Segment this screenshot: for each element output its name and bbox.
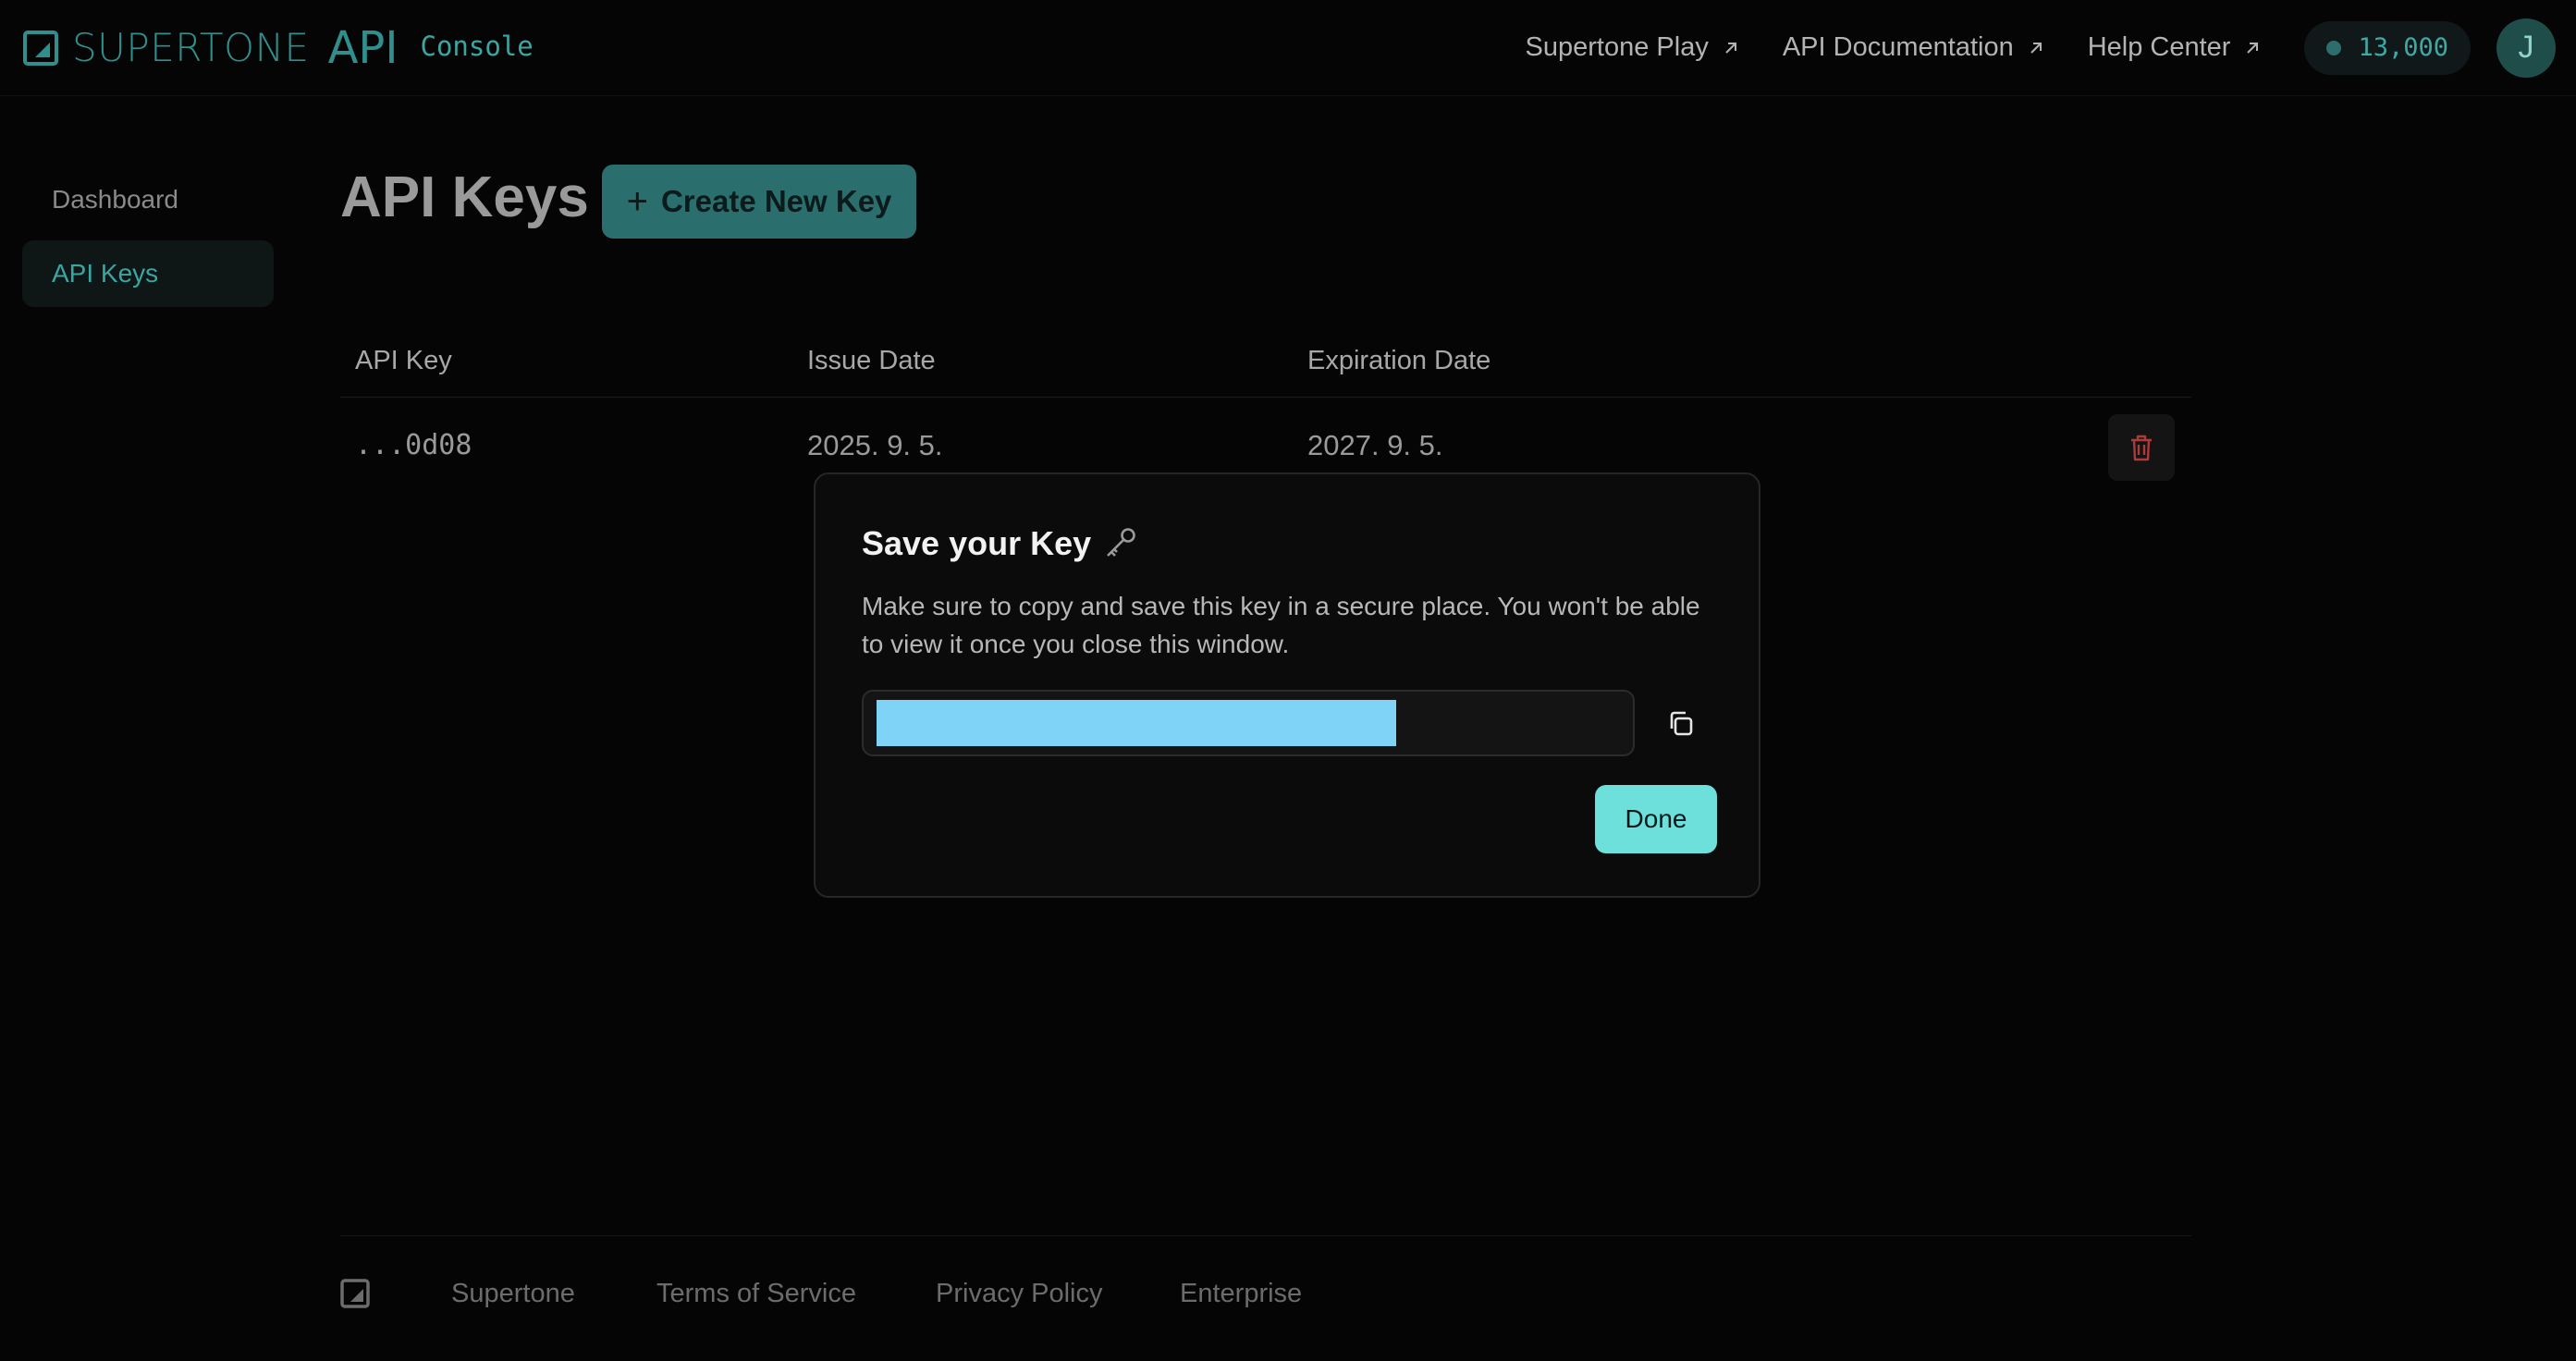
sidebar-item-api-keys[interactable]: API Keys <box>22 240 274 307</box>
app-root: SUPERTONE API Console Supertone Play API… <box>0 0 2576 1361</box>
supertone-play-link[interactable]: Supertone Play <box>1526 32 1740 63</box>
avatar[interactable]: J <box>2496 18 2556 78</box>
top-bar: SUPERTONE API Console Supertone Play API… <box>0 0 2576 96</box>
modal-title-row: Save your Key <box>862 524 1137 563</box>
key-icon <box>1107 528 1135 557</box>
modal-title: Save your Key <box>862 524 1092 562</box>
supertone-logo-icon <box>23 30 58 66</box>
api-key-field[interactable] <box>862 690 1635 756</box>
brand[interactable]: SUPERTONE API Console <box>22 22 534 74</box>
page-title: API Keys <box>340 166 589 229</box>
sidebar: Dashboard API Keys <box>22 166 274 314</box>
help-center-link[interactable]: Help Center <box>2088 32 2263 63</box>
brand-api: API <box>327 21 399 74</box>
link-label: Help Center <box>2087 32 2231 62</box>
copy-key-button[interactable] <box>1659 702 1703 746</box>
api-key-value[interactable] <box>877 700 1396 746</box>
arrow-up-right-icon <box>1725 42 1736 54</box>
link-label: Supertone Play <box>1525 32 1709 62</box>
header-issue-date: Issue Date <box>807 346 936 375</box>
create-new-key-button[interactable]: + Create New Key <box>602 165 916 239</box>
footer: Supertone Terms of Service Privacy Polic… <box>340 1235 2191 1346</box>
plus-icon: + <box>626 180 648 222</box>
brand-name: SUPERTONE <box>72 25 310 70</box>
api-documentation-link[interactable]: API Documentation <box>1783 32 2045 63</box>
supertone-footer-logo-icon[interactable] <box>340 1279 370 1308</box>
footer-link-supertone[interactable]: Supertone <box>451 1279 575 1309</box>
expiration-date: 2027. 9. 5. <box>1307 429 1443 461</box>
modal-description: Make sure to copy and save this key in a… <box>862 592 1700 658</box>
save-key-modal: Save your Key Make sure to copy and save… <box>814 472 1760 898</box>
credits-badge[interactable]: 13,000 <box>2304 20 2471 75</box>
delete-key-button[interactable] <box>2108 414 2175 481</box>
credits-value: 13,000 <box>2358 33 2448 62</box>
arrow-up-right-icon <box>2030 42 2042 54</box>
footer-link-enterprise[interactable]: Enterprise <box>1180 1279 1302 1309</box>
table-header: API Key Issue Date Expiration Date <box>340 333 2191 398</box>
done-button[interactable]: Done <box>1595 785 1717 853</box>
header-nav: Supertone Play API Documentation Help Ce… <box>1483 18 2556 78</box>
copy-icon <box>1670 711 1693 736</box>
api-keys-table: API Key Issue Date Expiration Date ...0d… <box>340 333 2191 496</box>
link-label: API Documentation <box>1782 32 2014 62</box>
footer-link-terms-of-service[interactable]: Terms of Service <box>656 1279 856 1309</box>
header-api-key: API Key <box>355 346 452 375</box>
sidebar-item-dashboard[interactable]: Dashboard <box>22 166 274 233</box>
header-expiration-date: Expiration Date <box>1307 346 1491 375</box>
trash-icon <box>2131 435 2152 461</box>
footer-link-privacy-policy[interactable]: Privacy Policy <box>936 1279 1103 1309</box>
create-new-key-label: Create New Key <box>660 184 892 218</box>
brand-console: Console <box>420 30 534 62</box>
issue-date: 2025. 9. 5. <box>807 429 943 461</box>
credits-dot-icon <box>2326 40 2342 55</box>
api-key-masked: ...0d08 <box>355 429 472 461</box>
arrow-up-right-icon <box>2247 42 2259 54</box>
